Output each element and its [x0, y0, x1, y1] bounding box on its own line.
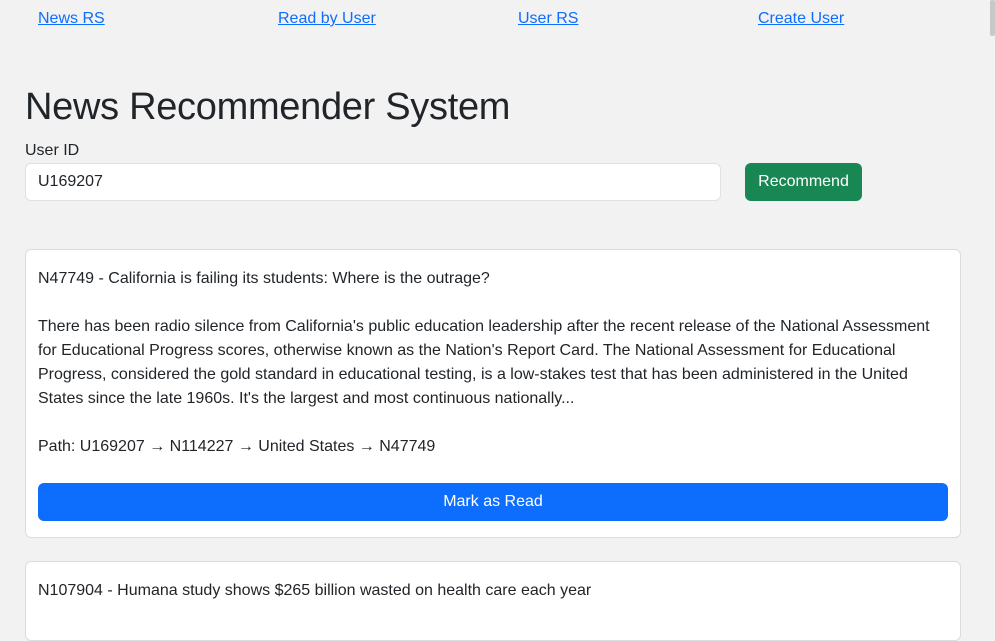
nav-link-user-rs[interactable]: User RS: [518, 9, 758, 29]
news-card: N107904 - Humana study shows $265 billio…: [25, 561, 961, 641]
scrollbar[interactable]: [990, 0, 995, 36]
news-card: N47749 - California is failing its stude…: [25, 249, 961, 538]
page-title: News Recommender System: [25, 86, 511, 128]
top-nav: News RS Read by User User RS Create User: [38, 9, 995, 29]
user-id-input[interactable]: [25, 163, 721, 201]
user-id-label: User ID: [25, 142, 80, 159]
nav-link-read-by-user[interactable]: Read by User: [278, 9, 518, 29]
nav-link-create-user[interactable]: Create User: [758, 9, 995, 29]
recommendation-path: Path: U169207 → N114227 → United States …: [38, 438, 436, 455]
mark-as-read-button[interactable]: Mark as Read: [38, 483, 948, 521]
news-title: N47749 - California is failing its stude…: [38, 270, 490, 287]
recommend-button[interactable]: Recommend: [745, 163, 862, 201]
news-abstract: There has been radio silence from Califo…: [38, 318, 930, 407]
news-title: N107904 - Humana study shows $265 billio…: [38, 582, 592, 599]
nav-link-news-rs[interactable]: News RS: [38, 9, 278, 29]
